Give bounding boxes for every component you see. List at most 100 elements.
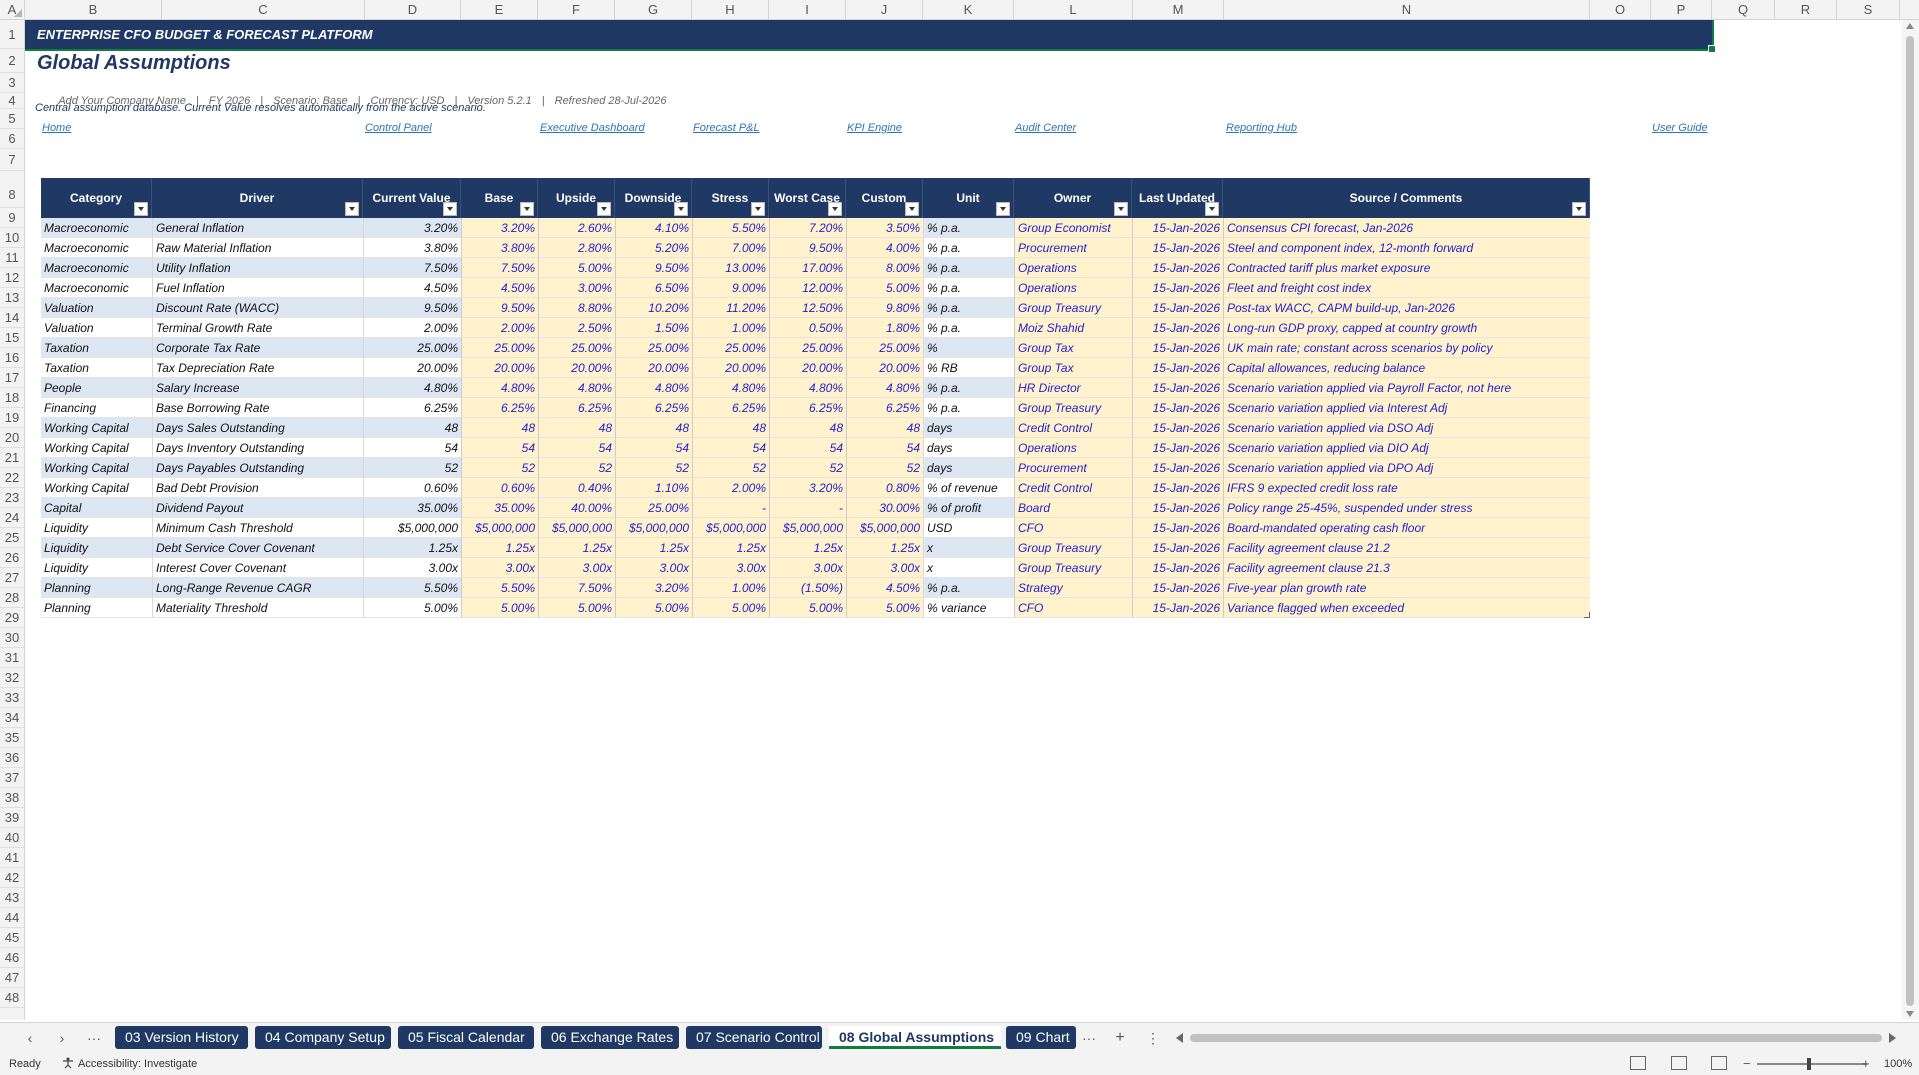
cell-owner[interactable]: Group Economist bbox=[1014, 218, 1132, 238]
row-header-26[interactable]: 26 bbox=[0, 548, 24, 568]
row-header-31[interactable]: 31 bbox=[0, 648, 24, 668]
cell-stress[interactable]: 25.00% bbox=[692, 338, 769, 358]
row-header-32[interactable]: 32 bbox=[0, 668, 24, 688]
cell-source-comments[interactable]: Post-tax WACC, CAPM build-up, Jan-2026 bbox=[1223, 298, 1590, 318]
cell-stress[interactable]: 6.25% bbox=[692, 398, 769, 418]
zoom-slider[interactable] bbox=[1757, 1063, 1867, 1065]
cell-source-comments[interactable]: Five-year plan growth rate bbox=[1223, 578, 1590, 598]
cell-source-comments[interactable]: Variance flagged when exceeded bbox=[1223, 598, 1590, 618]
cell-current-value[interactable]: 5.00% bbox=[363, 598, 461, 618]
cell-unit[interactable]: % p.a. bbox=[923, 218, 1014, 238]
cell-current-value[interactable]: 7.50% bbox=[363, 258, 461, 278]
scroll-up-arrow-icon[interactable] bbox=[1906, 23, 1914, 29]
cell-source-comments[interactable]: Policy range 25-45%, suspended under str… bbox=[1223, 498, 1590, 518]
filter-dropdown-icon[interactable] bbox=[520, 202, 534, 216]
cell-last-updated[interactable]: 15-Jan-2026 bbox=[1132, 578, 1223, 598]
cell-driver[interactable]: Minimum Cash Threshold bbox=[152, 518, 363, 538]
cell-stress[interactable]: - bbox=[692, 498, 769, 518]
cell-unit[interactable]: x bbox=[923, 558, 1014, 578]
cell-source-comments[interactable]: UK main rate; constant across scenarios … bbox=[1223, 338, 1590, 358]
cell-stress[interactable]: 48 bbox=[692, 418, 769, 438]
cell-unit[interactable]: % p.a. bbox=[923, 258, 1014, 278]
cell-custom[interactable]: 1.25x bbox=[846, 538, 923, 558]
zoom-out-icon[interactable]: − bbox=[1743, 1056, 1751, 1071]
cell-stress[interactable]: $5,000,000 bbox=[692, 518, 769, 538]
cell-category[interactable]: Macroeconomic bbox=[41, 238, 152, 258]
cell-source-comments[interactable]: Fleet and freight cost index bbox=[1223, 278, 1590, 298]
cell-source-comments[interactable]: Scenario variation applied via DPO Adj bbox=[1223, 458, 1590, 478]
cell-custom[interactable]: $5,000,000 bbox=[846, 518, 923, 538]
cell-custom[interactable]: 25.00% bbox=[846, 338, 923, 358]
cell-category[interactable]: Liquidity bbox=[41, 538, 152, 558]
table-resize-handle[interactable] bbox=[1584, 612, 1590, 618]
cell-category[interactable]: Planning bbox=[41, 578, 152, 598]
cell-category[interactable]: Macroeconomic bbox=[41, 258, 152, 278]
cell-driver[interactable]: Days Inventory Outstanding bbox=[152, 438, 363, 458]
cell-stress[interactable]: 20.00% bbox=[692, 358, 769, 378]
cell-unit[interactable]: % variance bbox=[923, 598, 1014, 618]
cell-category[interactable]: Macroeconomic bbox=[41, 278, 152, 298]
cell-upside[interactable]: 3.00% bbox=[538, 278, 615, 298]
next-sheet-icon[interactable]: › bbox=[52, 1028, 72, 1048]
cell-custom[interactable]: 6.25% bbox=[846, 398, 923, 418]
cell-current-value[interactable]: 48 bbox=[363, 418, 461, 438]
cell-unit[interactable]: days bbox=[923, 458, 1014, 478]
cell-unit[interactable]: % p.a. bbox=[923, 378, 1014, 398]
cell-worst-case[interactable]: 25.00% bbox=[769, 338, 846, 358]
cell-source-comments[interactable]: Steel and component index, 12-month forw… bbox=[1223, 238, 1590, 258]
cell-category[interactable]: Valuation bbox=[41, 318, 152, 338]
cell-stress[interactable]: 3.00x bbox=[692, 558, 769, 578]
cell-base[interactable]: 4.80% bbox=[461, 378, 538, 398]
cell-driver[interactable]: Utility Inflation bbox=[152, 258, 363, 278]
column-header-i[interactable]: I bbox=[769, 0, 846, 19]
cell-source-comments[interactable]: Scenario variation applied via Payroll F… bbox=[1223, 378, 1590, 398]
cell-category[interactable]: Working Capital bbox=[41, 478, 152, 498]
cell-current-value[interactable]: 4.80% bbox=[363, 378, 461, 398]
cell-worst-case[interactable]: 3.00x bbox=[769, 558, 846, 578]
row-header-23[interactable]: 23 bbox=[0, 488, 24, 508]
cell-current-value[interactable]: 52 bbox=[363, 458, 461, 478]
row-header-37[interactable]: 37 bbox=[0, 768, 24, 788]
sheet-tab-07-scenario-control[interactable]: 07 Scenario Control bbox=[686, 1026, 822, 1049]
cell-custom[interactable]: 0.80% bbox=[846, 478, 923, 498]
cell-source-comments[interactable]: Scenario variation applied via Interest … bbox=[1223, 398, 1590, 418]
cell-base[interactable]: 6.25% bbox=[461, 398, 538, 418]
row-header-46[interactable]: 46 bbox=[0, 948, 24, 968]
cell-category[interactable]: Taxation bbox=[41, 338, 152, 358]
scroll-right-arrow-icon[interactable] bbox=[1889, 1033, 1896, 1043]
row-header-21[interactable]: 21 bbox=[0, 448, 24, 468]
column-header-h[interactable]: H bbox=[692, 0, 769, 19]
more-sheets-left-icon[interactable]: ··· bbox=[84, 1028, 104, 1048]
cell-last-updated[interactable]: 15-Jan-2026 bbox=[1132, 458, 1223, 478]
cell-category[interactable]: Liquidity bbox=[41, 518, 152, 538]
cell-worst-case[interactable]: 12.00% bbox=[769, 278, 846, 298]
cell-downside[interactable]: 4.80% bbox=[615, 378, 692, 398]
cell-custom[interactable]: 5.00% bbox=[846, 278, 923, 298]
cell-custom[interactable]: 9.80% bbox=[846, 298, 923, 318]
cell-category[interactable]: Financing bbox=[41, 398, 152, 418]
cell-owner[interactable]: Operations bbox=[1014, 258, 1132, 278]
cell-base[interactable]: 2.00% bbox=[461, 318, 538, 338]
filter-dropdown-icon[interactable] bbox=[597, 202, 611, 216]
cell-custom[interactable]: 30.00% bbox=[846, 498, 923, 518]
column-header-o[interactable]: O bbox=[1590, 0, 1651, 19]
cell-worst-case[interactable]: 3.20% bbox=[769, 478, 846, 498]
cell-custom[interactable]: 5.00% bbox=[846, 598, 923, 618]
cell-base[interactable]: 3.20% bbox=[461, 218, 538, 238]
cell-unit[interactable]: % RB bbox=[923, 358, 1014, 378]
filter-dropdown-icon[interactable] bbox=[443, 202, 457, 216]
cell-unit[interactable]: % p.a. bbox=[923, 318, 1014, 338]
cell-upside[interactable]: 54 bbox=[538, 438, 615, 458]
cell-last-updated[interactable]: 15-Jan-2026 bbox=[1132, 418, 1223, 438]
cell-worst-case[interactable]: 1.25x bbox=[769, 538, 846, 558]
cell-owner[interactable]: Operations bbox=[1014, 438, 1132, 458]
cell-last-updated[interactable]: 15-Jan-2026 bbox=[1132, 258, 1223, 278]
cell-worst-case[interactable]: 6.25% bbox=[769, 398, 846, 418]
cell-downside[interactable]: 52 bbox=[615, 458, 692, 478]
row-header-2[interactable]: 2 bbox=[0, 49, 24, 73]
cell-downside[interactable]: 1.25x bbox=[615, 538, 692, 558]
row-header-39[interactable]: 39 bbox=[0, 808, 24, 828]
row-header-30[interactable]: 30 bbox=[0, 628, 24, 648]
cell-upside[interactable]: 40.00% bbox=[538, 498, 615, 518]
cell-current-value[interactable]: 2.00% bbox=[363, 318, 461, 338]
